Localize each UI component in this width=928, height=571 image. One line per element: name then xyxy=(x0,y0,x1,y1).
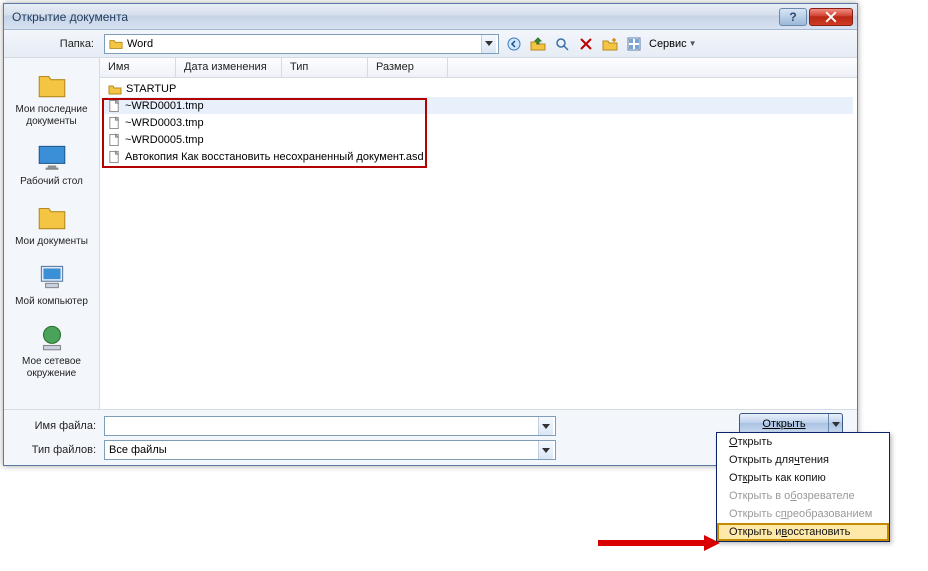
service-menu[interactable]: Сервис ▼ xyxy=(649,38,697,50)
new-folder-icon[interactable] xyxy=(601,35,619,53)
col-date[interactable]: Дата изменения xyxy=(176,58,282,77)
menu-item: Открыть с преобразованием xyxy=(717,505,889,523)
desktop-icon xyxy=(35,140,69,174)
chevron-down-icon: ▼ xyxy=(689,39,697,48)
folder-combo-dropdown[interactable] xyxy=(481,35,496,53)
file-name: STARTUP xyxy=(126,83,176,95)
file-list-area: Имя Дата изменения Тип Размер STARTUP ~WR… xyxy=(100,58,857,409)
back-icon[interactable] xyxy=(505,35,523,53)
file-name: ~WRD0005.tmp xyxy=(125,134,204,146)
my-docs-icon xyxy=(35,200,69,234)
menu-item[interactable]: Открыть как копию xyxy=(717,469,889,487)
open-file-dialog: Открытие документа ? Папка: Word Сервис … xyxy=(3,3,858,466)
file-icon xyxy=(108,150,121,164)
window-title: Открытие документа xyxy=(12,10,777,24)
filetype-dropdown[interactable] xyxy=(538,441,553,459)
col-type[interactable]: Тип xyxy=(282,58,368,77)
menu-item[interactable]: Открыть xyxy=(717,433,889,451)
recent-docs-icon xyxy=(35,68,69,102)
folder-icon xyxy=(109,37,123,51)
places-sidebar: Мои последние документы Рабочий стол Мои… xyxy=(4,58,100,409)
file-row[interactable]: Автокопия Как восстановить несохраненный… xyxy=(104,148,853,165)
folder-icon xyxy=(108,82,122,96)
open-button-label: Открыть xyxy=(740,418,828,430)
help-button[interactable]: ? xyxy=(779,8,807,26)
filename-dropdown[interactable] xyxy=(538,417,553,435)
folder-label: Папка: xyxy=(12,38,98,50)
sidebar-item-network[interactable]: Мое сетевое окружение xyxy=(7,316,97,386)
titlebar[interactable]: Открытие документа ? xyxy=(4,4,857,30)
file-row[interactable]: STARTUP xyxy=(104,80,853,97)
file-name: ~WRD0003.tmp xyxy=(125,117,204,129)
close-button[interactable] xyxy=(809,8,853,26)
sidebar-item-desktop[interactable]: Рабочий стол xyxy=(7,136,97,194)
menu-item[interactable]: Открыть для чтения xyxy=(717,451,889,469)
file-row[interactable]: ~WRD0001.tmp xyxy=(104,97,853,114)
col-name[interactable]: Имя xyxy=(100,58,176,77)
file-icon xyxy=(108,116,121,130)
file-icon xyxy=(108,99,121,113)
folder-combo-value: Word xyxy=(127,38,481,50)
sidebar-item-mydocs[interactable]: Мои документы xyxy=(7,196,97,254)
file-icon xyxy=(108,133,121,147)
service-label: Сервис xyxy=(649,38,687,50)
filetype-label: Тип файлов: xyxy=(12,444,98,456)
views-icon[interactable] xyxy=(625,35,643,53)
file-row[interactable]: ~WRD0003.tmp xyxy=(104,114,853,131)
file-name: Автокопия Как восстановить несохраненный… xyxy=(125,151,424,163)
file-row[interactable]: ~WRD0005.tmp xyxy=(104,131,853,148)
folder-combo[interactable]: Word xyxy=(104,34,499,54)
filename-input[interactable] xyxy=(104,416,556,436)
search-web-icon[interactable] xyxy=(553,35,571,53)
file-list[interactable]: STARTUP ~WRD0001.tmp ~WRD0003.tmp ~WRD0005.… xyxy=(100,78,857,409)
up-one-level-icon[interactable] xyxy=(529,35,547,53)
filename-label: Имя файла: xyxy=(12,420,98,432)
annotation-arrow xyxy=(598,536,720,550)
file-name: ~WRD0001.tmp xyxy=(125,100,204,112)
menu-item: Открыть в обозревателе xyxy=(717,487,889,505)
toolbar: Папка: Word Сервис ▼ xyxy=(4,30,857,58)
delete-icon[interactable] xyxy=(577,35,595,53)
open-button-dropdown[interactable] xyxy=(828,414,842,434)
sidebar-item-mycomputer[interactable]: Мой компьютер xyxy=(7,256,97,314)
column-headers[interactable]: Имя Дата изменения Тип Размер xyxy=(100,58,857,78)
open-button-menu[interactable]: ОткрытьОткрыть для чтенияОткрыть как коп… xyxy=(716,432,890,542)
menu-item[interactable]: Открыть и восстановить xyxy=(717,523,889,541)
network-icon xyxy=(35,320,69,354)
col-size[interactable]: Размер xyxy=(368,58,448,77)
sidebar-item-recent[interactable]: Мои последние документы xyxy=(7,64,97,134)
filetype-combo[interactable]: Все файлы xyxy=(104,440,556,460)
computer-icon xyxy=(35,260,69,294)
